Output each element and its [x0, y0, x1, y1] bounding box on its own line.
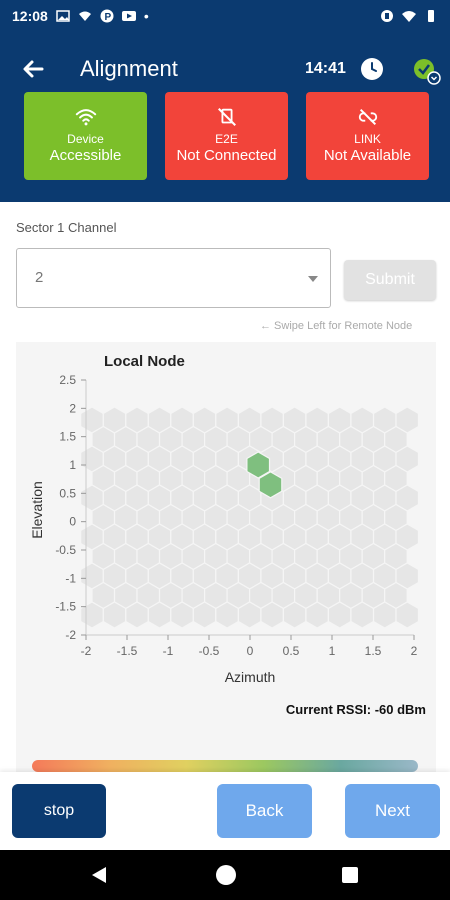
status-tiles: Device Accessible E2E Not Connected LINK…: [24, 92, 429, 180]
x-tick-label: -1.5: [117, 644, 138, 658]
hex-cell: [192, 601, 217, 629]
x-axis-label: Azimuth: [225, 669, 276, 685]
y-axis-label: Elevation: [29, 481, 45, 539]
system-nav-bar: [0, 850, 450, 900]
x-tick-label: 0.5: [283, 644, 300, 658]
alignment-chart-panel: Local Node -2 -1.5 -1 -0.5 0 0.5 1 1.5 2 2.5 2 1.5 1…: [16, 342, 436, 772]
y-tick-label: -2: [65, 628, 76, 642]
clock-icon[interactable]: [360, 57, 384, 81]
page-title: Alignment: [80, 56, 178, 81]
wifi-icon: [75, 109, 96, 126]
youtube-icon: [121, 11, 136, 21]
rssi-gradient-bar: [32, 760, 418, 772]
swipe-hint: ← Swipe Left for Remote Node: [260, 320, 413, 332]
x-tick-label: 0: [247, 644, 254, 658]
vibrate-icon: [381, 10, 393, 22]
chart-title: Local Node: [104, 353, 185, 370]
e2e-tile-line1: E2E: [215, 132, 238, 147]
submit-button[interactable]: Submit: [344, 260, 436, 300]
nav-recents-icon[interactable]: [342, 867, 358, 883]
y-tick-label: -1.5: [55, 600, 76, 614]
nav-back-icon[interactable]: [92, 867, 106, 883]
hex-cell: [327, 601, 352, 629]
link-tile-line2: Not Available: [323, 147, 412, 165]
x-tick-label: 1.5: [365, 644, 382, 658]
hex-cell: [395, 601, 420, 629]
header-time: 14:41: [305, 60, 346, 77]
chevron-down-icon: [308, 276, 318, 282]
back-arrow-icon[interactable]: [18, 54, 48, 84]
wifi-question-icon: [78, 11, 91, 21]
hex-cell: [102, 601, 127, 629]
y-tick-label: 0: [69, 515, 76, 529]
hex-cell: [147, 601, 172, 629]
nav-home-icon[interactable]: [216, 865, 236, 885]
alignment-hex-chart: Local Node -2 -1.5 -1 -0.5 0 0.5 1 1.5 2 2.5 2 1.5 1…: [29, 353, 426, 717]
bottom-action-bar: stop Back Next: [0, 772, 450, 850]
link-off-icon: [358, 109, 377, 126]
channel-selected-value: 2: [35, 269, 44, 286]
svg-text:P: P: [104, 12, 111, 23]
status-check-icon[interactable]: [412, 57, 442, 87]
link-status-tile: LINK Not Available: [306, 92, 429, 180]
back-button[interactable]: Back: [217, 784, 312, 838]
hex-cell-highlighted: [258, 471, 283, 499]
app-p-icon: P: [100, 9, 114, 23]
x-tick-label: -0.5: [199, 644, 220, 658]
x-tick-label: -2: [81, 644, 92, 658]
hex-cell: [350, 601, 375, 629]
e2e-tile-line2: Not Connected: [176, 147, 277, 165]
x-tick-label: -1: [163, 644, 174, 658]
hex-cell: [215, 601, 239, 629]
sector-channel-label: Sector 1 Channel: [16, 220, 117, 235]
hex-cell: [80, 601, 104, 629]
hex-cell: [170, 601, 194, 629]
hex-cell: [282, 601, 307, 629]
link-tile-line1: LINK: [354, 132, 381, 147]
device-tile-line1: Device: [67, 132, 104, 147]
y-tick-label: 2.5: [59, 373, 76, 387]
channel-dropdown[interactable]: 2: [16, 248, 331, 308]
hex-cell: [260, 601, 284, 629]
y-tick-label: 2: [69, 401, 76, 415]
y-tick-label: -1: [65, 571, 76, 585]
x-tick-label: 1: [329, 644, 336, 658]
next-button[interactable]: Next: [345, 784, 440, 838]
hex-cell: [372, 601, 397, 629]
wifi-signal-icon: [402, 11, 416, 22]
status-bar: 12:08 P •: [0, 0, 450, 32]
status-dot: •: [143, 8, 149, 24]
y-tick-label: 1.5: [59, 430, 76, 444]
e2e-status-tile: E2E Not Connected: [165, 92, 288, 180]
status-time: 12:08: [12, 8, 48, 24]
gallery-icon: [56, 10, 70, 22]
hex-cell: [125, 601, 149, 629]
rssi-label: Current RSSI: -60 dBm: [286, 702, 426, 717]
app-header: Alignment 14:41 Device Accessible E2E No…: [0, 32, 450, 202]
y-tick-label: 0.5: [59, 486, 76, 500]
x-tick-label: 2: [411, 644, 418, 658]
device-status-tile: Device Accessible: [24, 92, 147, 180]
y-tick-label: -0.5: [55, 543, 76, 557]
hex-cell: [237, 601, 262, 629]
stop-button[interactable]: stop: [12, 784, 106, 838]
hex-cell: [305, 601, 329, 629]
device-tile-line2: Accessible: [49, 147, 122, 165]
no-connection-icon: [217, 108, 236, 127]
y-tick-label: 1: [69, 458, 76, 472]
battery-icon: [428, 10, 434, 22]
